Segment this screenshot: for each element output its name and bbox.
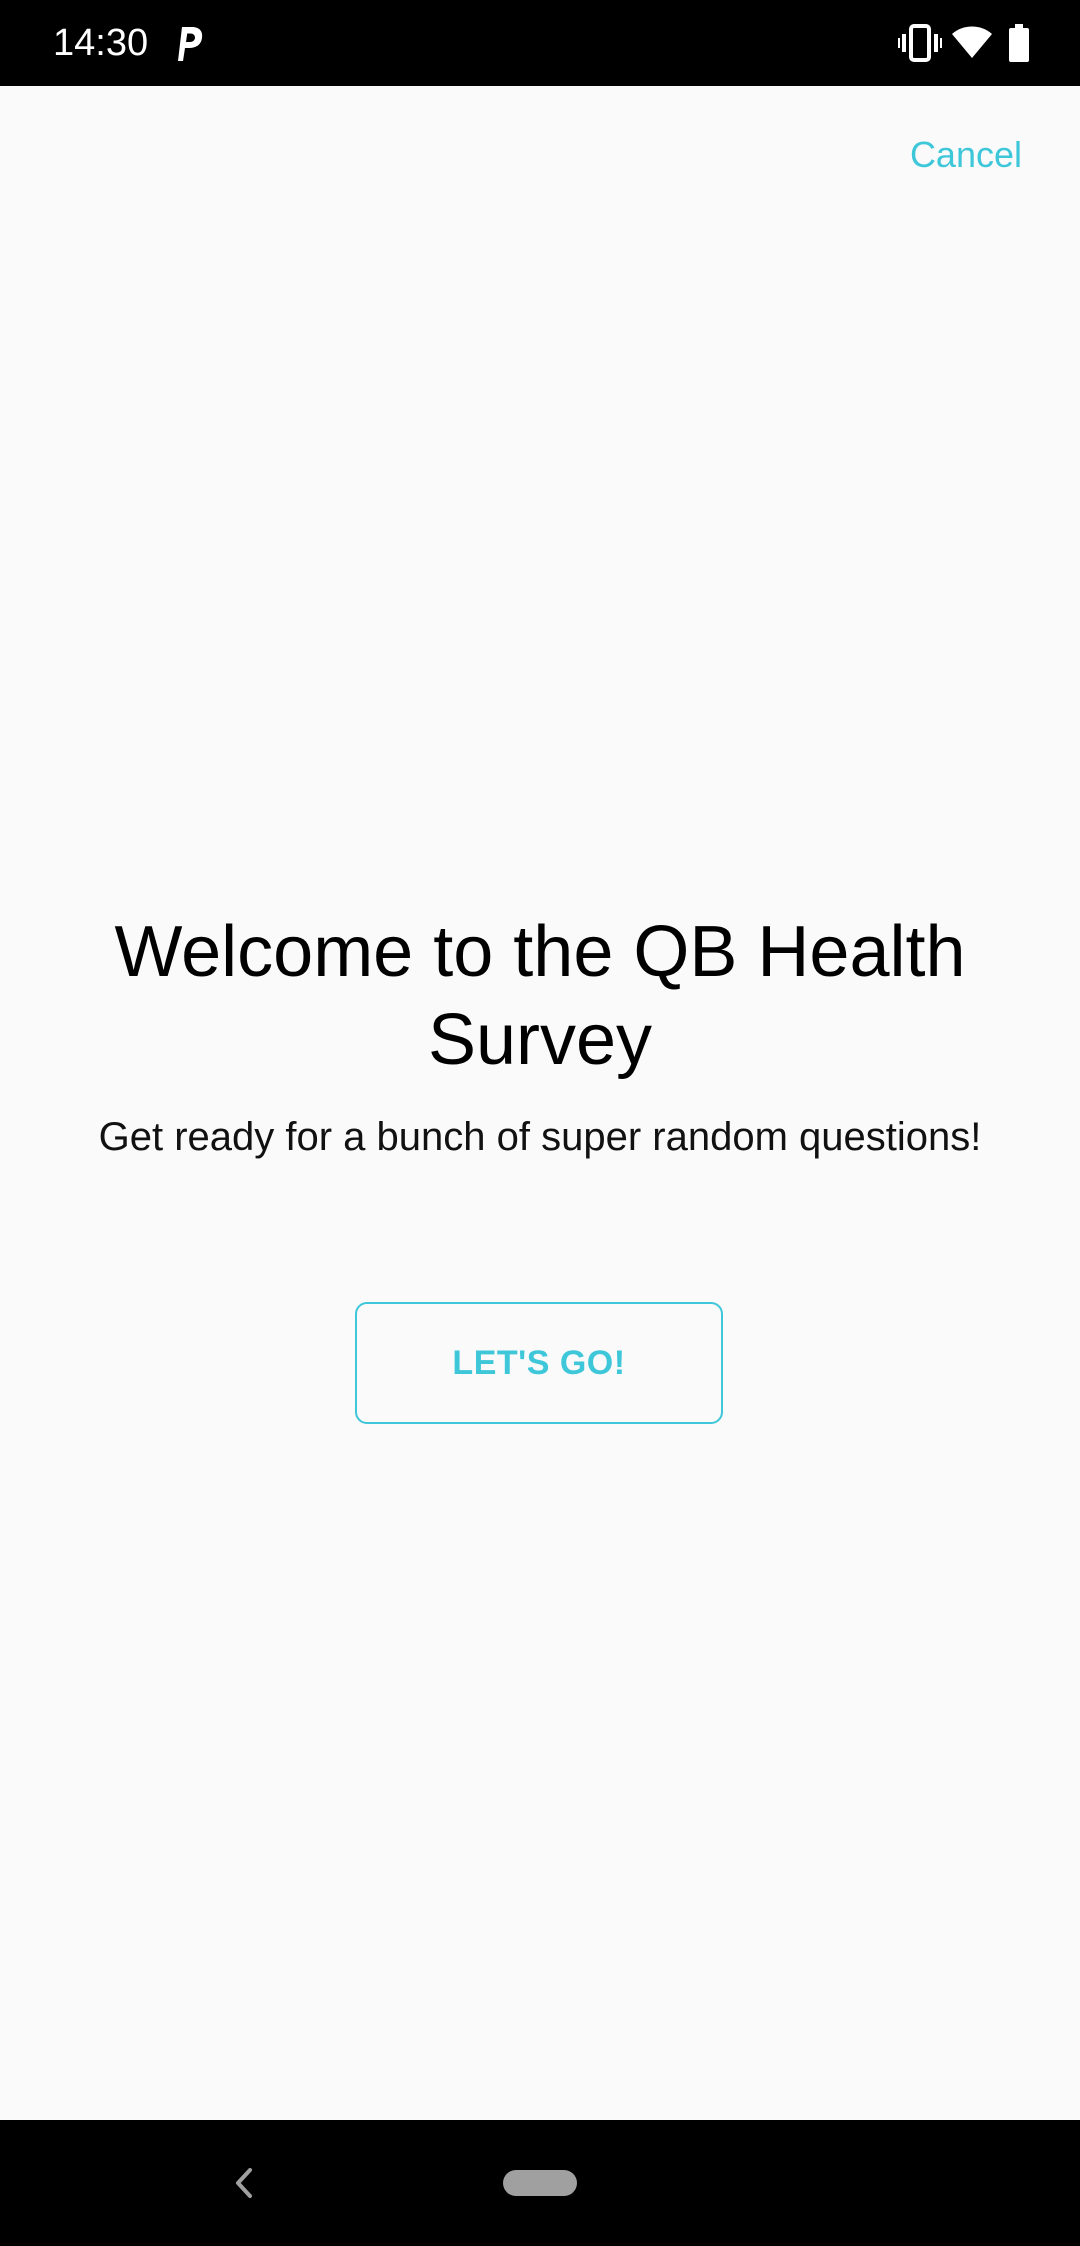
- welcome-subtitle: Get ready for a bunch of super random qu…: [98, 1115, 982, 1159]
- parking-p-icon: [172, 23, 206, 63]
- navigation-bar: [0, 2120, 1080, 2246]
- back-icon[interactable]: [226, 2160, 262, 2206]
- start-survey-button-label: LET'S GO!: [452, 1343, 626, 1382]
- page-title: Welcome to the QB Health Survey: [114, 912, 966, 1080]
- cancel-button[interactable]: Cancel: [910, 130, 1022, 180]
- home-pill-icon[interactable]: [503, 2170, 577, 2196]
- start-survey-button[interactable]: LET'S GO!: [355, 1302, 723, 1424]
- survey-welcome-screen: 14:30 Cancel Welcome to the QB Health Su…: [0, 0, 1080, 2246]
- status-bar: 14:30: [0, 0, 1080, 86]
- status-time: 14:30: [53, 22, 149, 64]
